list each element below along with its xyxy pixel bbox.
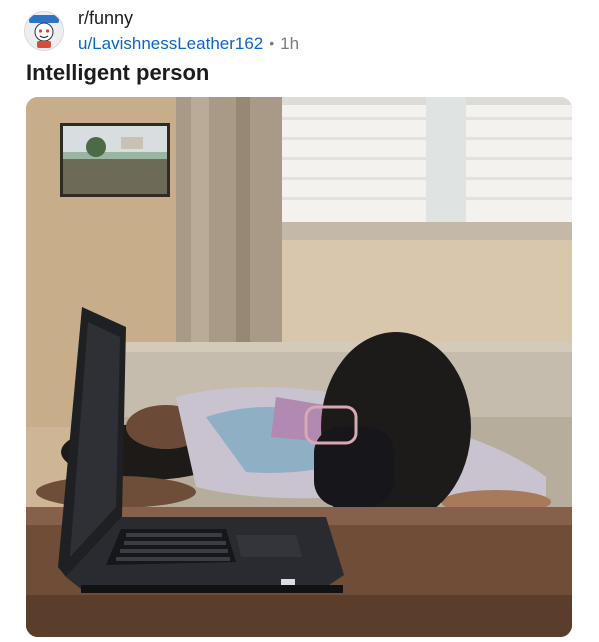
post-header: r/funny u/LavishnessLeather162 • 1h	[24, 8, 299, 53]
separator-dot: •	[269, 35, 275, 52]
wall-painting	[60, 123, 170, 197]
photo-illustration	[26, 97, 572, 637]
window	[282, 97, 572, 350]
post-image[interactable]	[26, 97, 572, 637]
post-meta: r/funny u/LavishnessLeather162 • 1h	[78, 8, 299, 53]
username-link[interactable]: u/LavishnessLeather162	[78, 34, 263, 54]
byline: u/LavishnessLeather162 • 1h	[78, 34, 299, 54]
subreddit-mascot-icon	[25, 11, 63, 50]
subreddit-link[interactable]: r/funny	[78, 8, 299, 29]
post-title[interactable]: Intelligent person	[26, 60, 209, 86]
subreddit-avatar[interactable]	[24, 10, 64, 51]
post-age: 1h	[280, 33, 300, 53]
